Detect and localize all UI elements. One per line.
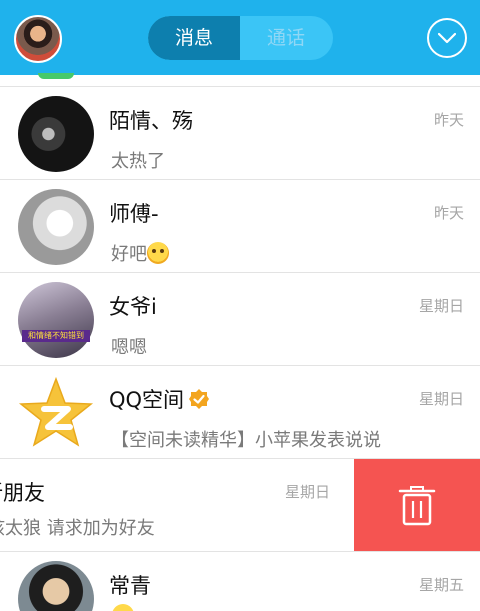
top-bar: 消息 通话: [0, 0, 480, 75]
trash-icon: [398, 486, 436, 526]
contact-name: 新朋友: [0, 481, 45, 505]
contact-name: 女爷i: [109, 295, 157, 319]
chevron-down-circle-icon[interactable]: [427, 18, 467, 58]
message-preview: 好吧: [111, 240, 169, 266]
avatar: [18, 561, 94, 611]
conversation-row-swiped[interactable]: 新朋友 孩太狼 请求加为好友 星期日: [0, 459, 480, 552]
emoji-icon: [112, 604, 134, 611]
message-preview-text: 好吧: [111, 244, 147, 265]
conversation-row[interactable]: 师傅- 好吧 昨天: [0, 180, 480, 273]
message-preview: 太热了: [111, 151, 165, 172]
avatar: [18, 189, 94, 265]
conversation-row[interactable]: 和情绪不知错到 女爷i 嗯嗯 星期日: [0, 273, 480, 366]
message-preview: 嗯嗯: [111, 337, 147, 358]
message-time: 星期日: [285, 483, 331, 501]
contact-name: QQ空间: [109, 384, 210, 414]
user-avatar[interactable]: [14, 15, 62, 63]
message-time: 星期日: [418, 390, 464, 408]
list-item-partial: [0, 73, 480, 87]
contact-name: 师傅-: [109, 202, 159, 226]
avatar-caption: 和情绪不知错到: [22, 330, 90, 342]
tab-switcher: 消息 通话: [148, 16, 333, 60]
avatar: 和情绪不知错到: [18, 282, 94, 358]
conversation-row[interactable]: 陌情、殇 太热了 昨天: [0, 87, 480, 180]
message-preview: 【空间未读精华】小苹果发表说说: [111, 430, 381, 451]
avatar: [18, 96, 94, 172]
message-time: 昨天: [433, 204, 464, 222]
delete-button[interactable]: [354, 459, 480, 551]
verified-badge-icon: [189, 389, 210, 409]
tab-messages[interactable]: 消息: [148, 16, 240, 60]
conversation-row[interactable]: 常青 星期五: [0, 552, 480, 611]
message-preview: 孩太狼 请求加为好友: [0, 518, 155, 539]
contact-name: 陌情、殇: [109, 109, 193, 133]
message-time: 昨天: [433, 111, 464, 129]
avatar: [38, 73, 74, 79]
contact-name-text: QQ空间: [109, 388, 185, 412]
message-time: 星期日: [418, 297, 464, 315]
contact-name: 常青: [109, 574, 151, 598]
conversation-row[interactable]: QQ空间 【空间未读精华】小苹果发表说说 星期日: [0, 366, 480, 459]
tab-calls[interactable]: 通话: [240, 16, 332, 60]
emoji-icon: [147, 242, 169, 264]
qzone-star-icon: [18, 376, 94, 447]
message-time: 星期五: [418, 576, 464, 594]
